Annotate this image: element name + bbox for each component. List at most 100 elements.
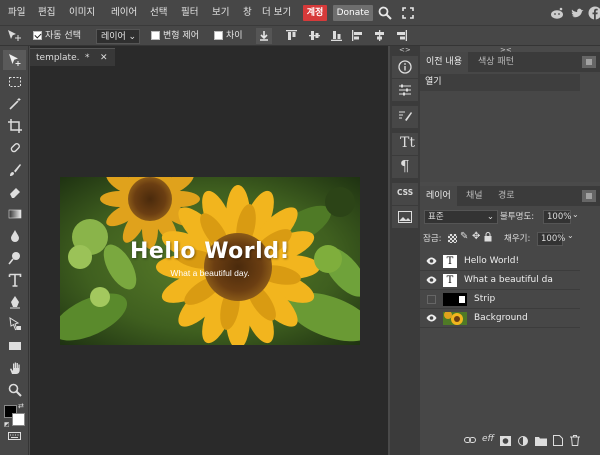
- account-button[interactable]: 계정: [303, 5, 327, 21]
- delete-layer-icon[interactable]: [570, 435, 580, 449]
- dodge-tool[interactable]: [3, 248, 26, 268]
- menu-file[interactable]: 파일: [8, 0, 25, 26]
- healing-tool[interactable]: [3, 138, 26, 158]
- shape-tool[interactable]: [3, 336, 26, 356]
- menu-view[interactable]: 보기: [212, 0, 229, 26]
- layer-row-strip[interactable]: Strip: [420, 290, 580, 309]
- layer-effects-icon[interactable]: eff: [482, 434, 494, 444]
- layers-tabs: 레이어 채널 경로: [420, 186, 600, 206]
- collapse-panel-icon[interactable]: <>: [399, 46, 411, 54]
- align-left-icon[interactable]: [352, 30, 363, 41]
- magic-wand-tool[interactable]: [3, 94, 26, 114]
- layer-name: What a beautiful da: [464, 275, 553, 285]
- blur-tool[interactable]: [3, 226, 26, 246]
- facebook-icon[interactable]: [588, 6, 600, 23]
- brush-tool[interactable]: [3, 160, 26, 180]
- new-layer-icon[interactable]: [553, 435, 563, 449]
- tab-swatches[interactable]: 색상 패턴: [472, 52, 520, 72]
- donate-button[interactable]: Donate: [333, 5, 373, 21]
- tab-paths[interactable]: 경로: [492, 186, 521, 206]
- distances-checkbox[interactable]: [214, 31, 223, 40]
- layer-row-background[interactable]: Background: [420, 309, 580, 328]
- align-center-icon[interactable]: [374, 30, 385, 41]
- character-icon: Tt: [400, 135, 415, 151]
- align-right-icon[interactable]: [396, 30, 407, 41]
- crop-icon: [8, 119, 22, 133]
- layer-name: Hello World!: [464, 256, 520, 266]
- css-button[interactable]: CSS: [392, 183, 418, 205]
- path-select-tool[interactable]: [3, 314, 26, 334]
- lock-all-icon[interactable]: [484, 232, 492, 245]
- layer-row-hello-world[interactable]: T Hello World!: [420, 252, 580, 271]
- swap-colors-icon[interactable]: ⇄: [18, 402, 24, 410]
- character-button[interactable]: Tt: [392, 133, 418, 155]
- menu-image[interactable]: 이미지: [69, 0, 95, 26]
- blend-mode-select[interactable]: 표준 ⌄: [424, 210, 498, 224]
- menu-layer[interactable]: 레이어: [111, 0, 137, 26]
- panel-menu-icon[interactable]: [582, 190, 596, 202]
- layer-select-dropdown[interactable]: 레이어 ⌄: [96, 29, 140, 44]
- eye-icon[interactable]: [426, 257, 437, 265]
- gradient-icon: [8, 209, 22, 219]
- drop-icon: [11, 230, 19, 242]
- move-tool[interactable]: [3, 50, 26, 70]
- link-layers-icon[interactable]: [464, 436, 476, 447]
- align-middle-icon[interactable]: [309, 30, 320, 41]
- chevron-down-icon[interactable]: ⌄: [567, 231, 574, 240]
- hand-tool[interactable]: [3, 358, 26, 378]
- menu-more[interactable]: 더 보기: [262, 0, 291, 26]
- lock-transparency-icon[interactable]: [448, 234, 457, 243]
- align-bottom-icon[interactable]: [331, 30, 342, 41]
- auto-select-checkbox[interactable]: [33, 31, 42, 40]
- menu-select[interactable]: 선택: [150, 0, 167, 26]
- eye-icon[interactable]: [426, 276, 437, 284]
- search-icon[interactable]: [378, 6, 392, 23]
- lock-move-icon[interactable]: ✥: [472, 231, 480, 242]
- hidden-visibility-toggle[interactable]: [427, 295, 436, 304]
- gradient-tool[interactable]: [3, 204, 26, 224]
- layer-row-subtitle[interactable]: T What a beautiful da: [420, 271, 580, 290]
- brush-settings-button[interactable]: [392, 106, 418, 128]
- add-mask-icon[interactable]: [500, 436, 511, 449]
- transform-controls-checkbox[interactable]: [151, 31, 160, 40]
- align-top-icon[interactable]: [286, 30, 297, 41]
- adjustment-layer-icon[interactable]: [518, 436, 528, 449]
- adjustments-button[interactable]: [392, 79, 418, 101]
- opacity-input[interactable]: 100%: [543, 210, 571, 224]
- crop-tool[interactable]: [3, 116, 26, 136]
- move-tool-icon[interactable]: [7, 29, 23, 46]
- reddit-icon[interactable]: [550, 6, 564, 23]
- document-tab[interactable]: template. * ✕: [30, 48, 115, 66]
- twitter-icon[interactable]: [571, 7, 584, 22]
- new-folder-icon[interactable]: [535, 436, 547, 449]
- menu-window[interactable]: 창: [243, 0, 252, 26]
- info-button[interactable]: [392, 56, 418, 78]
- paragraph-button[interactable]: ¶: [392, 156, 418, 178]
- panel-menu-icon[interactable]: [582, 56, 596, 68]
- blend-mode-value: 표준: [428, 212, 444, 222]
- image-panel-button[interactable]: [392, 206, 418, 228]
- history-item[interactable]: 열기: [420, 74, 580, 91]
- canvas-image[interactable]: Hello World! What a beautiful day.: [60, 177, 360, 345]
- keyboard-icon[interactable]: [8, 432, 21, 443]
- tab-layers[interactable]: 레이어: [420, 186, 457, 206]
- chevron-down-icon[interactable]: ⌄: [572, 210, 579, 219]
- close-tab-icon[interactable]: ✕: [100, 49, 108, 67]
- pen-tool[interactable]: [3, 292, 26, 312]
- reset-colors-icon[interactable]: ◩: [4, 421, 10, 428]
- eye-icon[interactable]: [426, 314, 437, 322]
- fullscreen-icon[interactable]: [402, 7, 414, 22]
- zoom-tool[interactable]: [3, 380, 26, 400]
- menu-edit[interactable]: 편집: [38, 0, 55, 26]
- menu-bar: 파일 편집 이미지 레이어 선택 필터 보기 창 더 보기 계정 Donate: [0, 0, 600, 26]
- type-tool[interactable]: [3, 270, 26, 290]
- tab-channels[interactable]: 채널: [460, 186, 489, 206]
- fill-input[interactable]: 100%: [537, 232, 565, 246]
- eraser-tool[interactable]: [3, 182, 26, 202]
- download-icon[interactable]: [256, 28, 272, 44]
- menu-filter[interactable]: 필터: [181, 0, 198, 26]
- lock-paint-icon[interactable]: ✎: [460, 231, 468, 242]
- background-color-swatch[interactable]: [12, 413, 25, 426]
- marquee-tool[interactable]: [3, 72, 26, 92]
- tab-history[interactable]: 이전 내용: [420, 52, 468, 72]
